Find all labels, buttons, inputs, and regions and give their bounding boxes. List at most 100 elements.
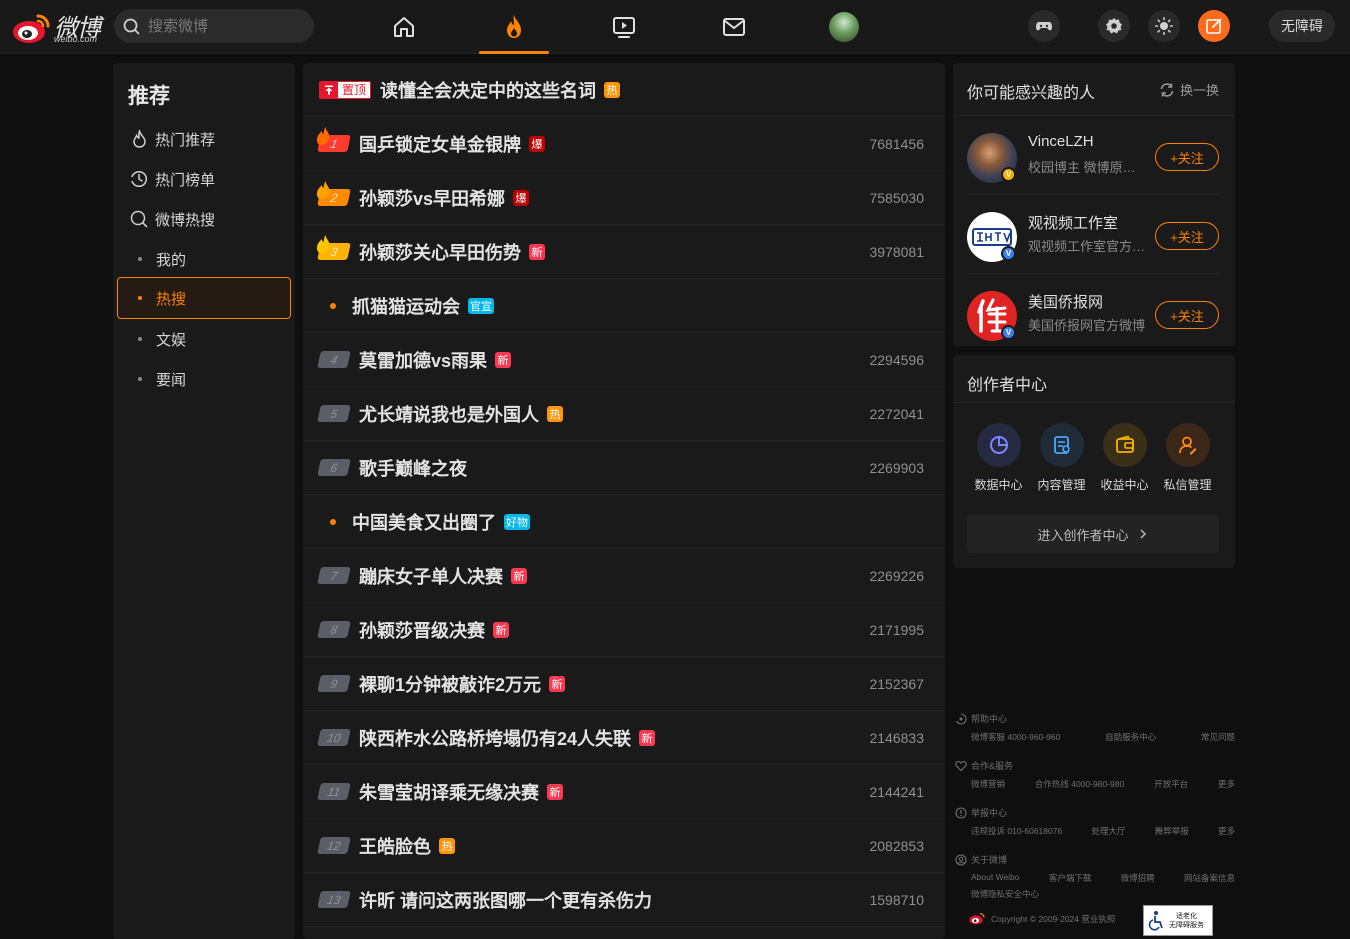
footer-section-title: 合作&服务 <box>971 761 1014 771</box>
left-nav-sub-label: 文娱 <box>156 331 187 349</box>
nav-messages[interactable] <box>699 0 769 54</box>
hot-search-row[interactable]: 2 孙颖莎vs早田希娜 爆 7585030 <box>303 171 945 225</box>
hot-search-pinned-row[interactable]: 置顶 读懂全会决定中的这些名词 热 <box>303 63 945 117</box>
tool-message-manage[interactable]: 私信管理 <box>1156 423 1219 493</box>
hot-count: 3978081 <box>869 243 924 260</box>
nav-home[interactable] <box>369 0 439 54</box>
footer-coop-section: 合作&服务 微博营销 合作热线 4000-980-980 开放平台 更多 <box>955 759 1235 790</box>
hot-search-row[interactable]: 10 陕西柞水公路桥垮塌仍有24人失联 新 2146833 <box>303 711 945 765</box>
hot-search-row[interactable]: 8 孙颖莎晋级决赛 新 2171995 <box>303 603 945 657</box>
hot-search-row[interactable]: 12 王皓脸色 热 2082853 <box>303 819 945 873</box>
footer-link[interactable]: 舞弊举报 <box>1155 825 1189 837</box>
nav-hot[interactable] <box>479 0 549 54</box>
hot-search-row[interactable]: 11 朱雪莹胡译乘无缘决赛 新 2144241 <box>303 765 945 819</box>
weibo-logo[interactable]: 微博 weibo.com <box>12 6 102 46</box>
hot-search-promoted-row[interactable]: 抓猫猫运动会 官宣 <box>303 279 945 333</box>
hot-badge: 好物 <box>504 513 530 530</box>
hot-badge: 新 <box>495 351 512 368</box>
hot-count: 1598710 <box>869 891 924 908</box>
accessibility-service-badge[interactable]: 适老化 无障碍服务 <box>1143 905 1213 936</box>
footer-link[interactable]: 更多 <box>1218 778 1235 790</box>
rank-number: 11 <box>326 784 342 799</box>
hot-search-title: 尤长靖说我也是外国人 <box>359 404 539 425</box>
hot-search-row[interactable]: 9 裸聊1分钟被敲诈2万元 新 2152367 <box>303 657 945 711</box>
follow-button[interactable]: +关注 <box>1155 301 1219 329</box>
rank-marker: 13 <box>317 891 351 908</box>
creator-center-title: 创作者中心 <box>967 377 1048 394</box>
follow-button[interactable]: +关注 <box>1155 222 1219 250</box>
hot-badge: 热 <box>439 837 455 854</box>
footer-link[interactable]: 开放平台 <box>1154 778 1188 790</box>
footer-link[interactable]: 自助服务中心 <box>1105 731 1156 743</box>
rank-marker: 7 <box>317 567 351 584</box>
rank-marker: 1 <box>316 127 351 152</box>
footer-link[interactable]: 更多 <box>1218 825 1235 837</box>
left-nav-hot-search[interactable]: 微博热搜 <box>113 199 295 239</box>
refresh-icon <box>1160 82 1174 97</box>
accessibility-button[interactable]: 无障碍 <box>1269 10 1335 42</box>
hot-search-title: 歌手巅峰之夜 <box>359 458 467 479</box>
settings-button[interactable] <box>1098 10 1130 42</box>
footer-link[interactable]: 微博客服 4000-960-960 <box>971 731 1060 743</box>
nav-profile[interactable] <box>809 0 879 54</box>
tool-income-center[interactable]: 收益中心 <box>1093 423 1156 493</box>
footer-link[interactable]: 网站备案信息 <box>1184 872 1235 884</box>
left-nav-sub-news[interactable]: 要闻 <box>113 359 295 399</box>
tool-data-center[interactable]: 数据中心 <box>967 423 1030 493</box>
hot-search-row[interactable]: 7 蹦床女子单人决赛 新 2269226 <box>303 549 945 603</box>
nav-video[interactable] <box>589 0 659 54</box>
footer-link[interactable]: 微博隐私安全中心 <box>971 888 1039 900</box>
footer-link[interactable]: About Weibo <box>971 872 1020 884</box>
left-nav-ranking[interactable]: 热门榜单 <box>113 159 295 199</box>
left-nav-hot-recommend[interactable]: 热门推荐 <box>113 119 295 159</box>
accessibility-service-text: 适老化 无障碍服务 <box>1169 912 1204 929</box>
guanshipin-logo-icon <box>972 228 1012 246</box>
footer-link[interactable]: 处理大厅 <box>1091 825 1125 837</box>
footer-link[interactable]: 合作热线 4000-980-980 <box>1035 778 1124 790</box>
hot-search-row[interactable]: 13 许昕 请问这两张图哪一个更有杀伤力 1598710 <box>303 873 945 927</box>
compose-button[interactable] <box>1198 10 1230 42</box>
footer-section-title: 关于微博 <box>971 855 1008 865</box>
rank-number: 13 <box>325 892 343 907</box>
hot-search-title: 裸聊1分钟被敲诈2万元 <box>359 674 542 695</box>
tool-label: 私信管理 <box>1163 478 1212 492</box>
footer-link[interactable]: 违规投诉 010-60618076 <box>971 825 1062 837</box>
content-manage-icon <box>1039 423 1084 467</box>
left-nav-sub-mine[interactable]: 我的 <box>113 239 295 279</box>
rank-marker: 12 <box>317 837 351 854</box>
footer-link[interactable]: 常见问题 <box>1201 731 1235 743</box>
hot-count: 2152367 <box>869 675 924 692</box>
tool-label: 收益中心 <box>1100 478 1149 492</box>
rank-marker: 5 <box>317 405 351 422</box>
hot-search-title: 朱雪莹胡译乘无缘决赛 <box>359 782 539 803</box>
search-input[interactable] <box>148 9 308 43</box>
hot-search-row[interactable]: 6 歌手巅峰之夜 2269903 <box>303 441 945 495</box>
theme-toggle-button[interactable] <box>1148 10 1180 42</box>
hot-search-row[interactable]: 3 孙颖莎关心早田伤势 新 3978081 <box>303 225 945 279</box>
footer-link[interactable]: 微博招聘 <box>1121 872 1155 884</box>
tool-content-manage[interactable]: 内容管理 <box>1030 423 1093 493</box>
hot-search-title: 孙颖莎晋级决赛 <box>359 620 485 641</box>
hot-search-row[interactable]: 1 国乒锁定女单金银牌 爆 7681456 <box>303 117 945 171</box>
left-nav-sub-entertainment[interactable]: 文娱 <box>113 319 295 359</box>
hot-search-row[interactable]: 5 尤长靖说我也是外国人 热 2272041 <box>303 387 945 441</box>
mail-icon <box>723 18 745 36</box>
rank-number: 5 <box>329 406 339 421</box>
bullet-dot <box>138 257 142 261</box>
game-button[interactable] <box>1028 10 1060 42</box>
hot-search-title: 莫雷加德vs雨果 <box>359 350 488 371</box>
suggested-person: V 美国侨报网 美国侨报网官方微博 +关注 <box>967 274 1219 353</box>
enter-creator-center-button[interactable]: 进入创作者中心 <box>967 515 1219 553</box>
hot-search-icon <box>129 209 149 229</box>
left-nav-sub-hotsearch[interactable]: 热搜 <box>117 277 291 319</box>
footer-link[interactable]: 微博营销 <box>971 778 1005 790</box>
follow-button[interactable]: +关注 <box>1155 143 1219 171</box>
hot-search-row[interactable]: 4 莫雷加德vs雨果 新 2294596 <box>303 333 945 387</box>
footer-link[interactable]: 客户端下载 <box>1049 872 1092 884</box>
video-icon <box>613 17 635 38</box>
hot-count: 2272041 <box>869 405 924 422</box>
user-avatar <box>829 12 859 42</box>
hot-search-promoted-row[interactable]: 中国美食又出圈了 好物 <box>303 495 945 549</box>
footer-report-section: 举报中心 违规投诉 010-60618076 处理大厅 舞弊举报 更多 <box>955 806 1235 837</box>
refresh-button[interactable]: 换一换 <box>1159 80 1219 99</box>
